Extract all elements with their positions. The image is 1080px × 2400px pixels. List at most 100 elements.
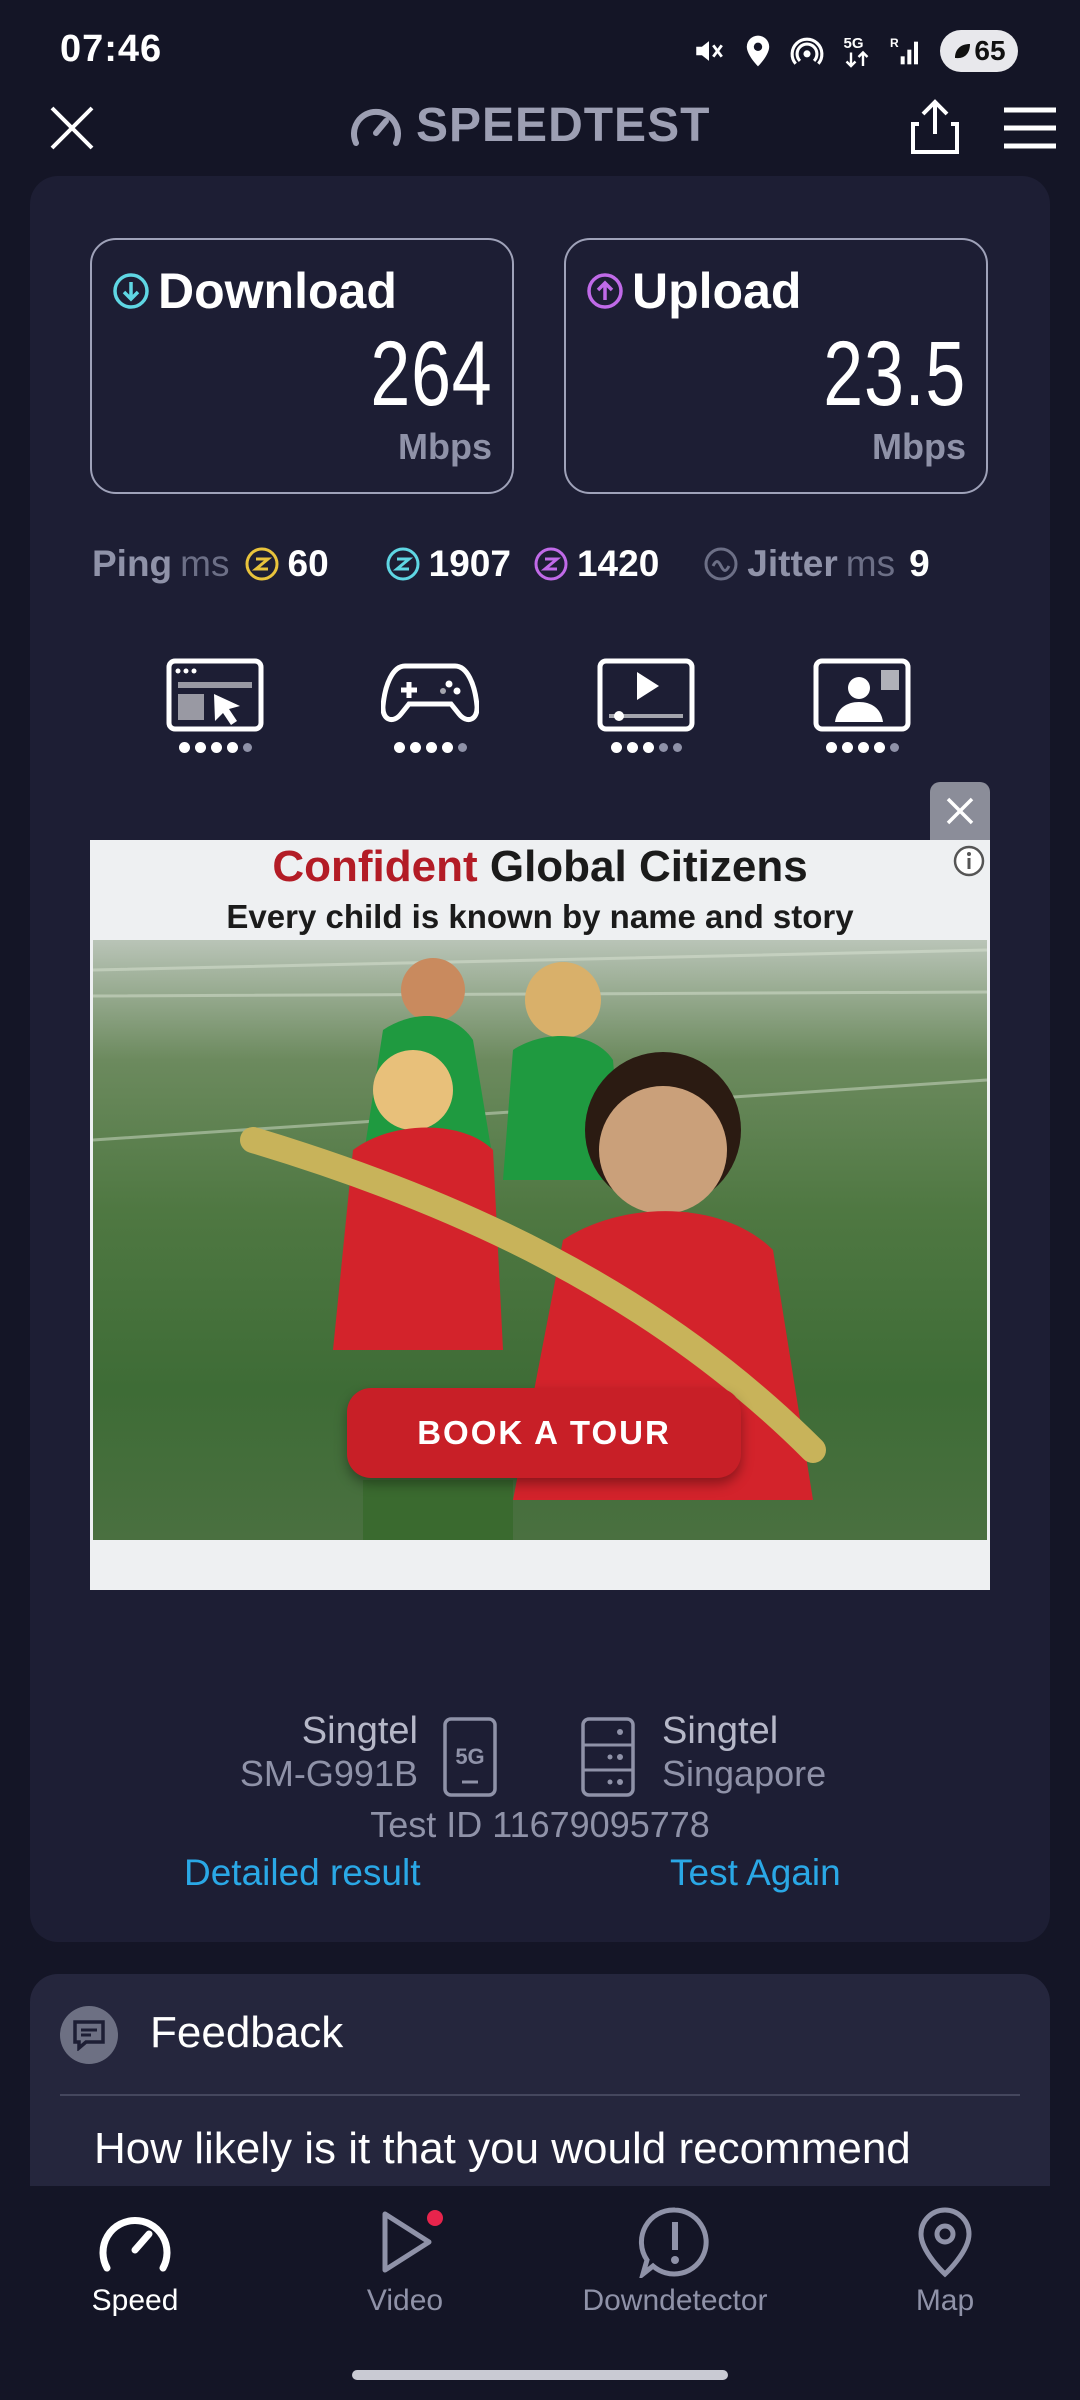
alert-icon: [638, 2207, 709, 2278]
rating-dot-filled: [178, 742, 190, 753]
nav-speed-label: Speed: [91, 2284, 179, 2317]
map-pin-icon: [918, 2207, 972, 2278]
upload-arrow-icon: [587, 273, 623, 309]
jitter-value: 9: [909, 543, 930, 584]
app-logo: SPEEDTEST: [350, 98, 710, 153]
server-info[interactable]: Singtel Singapore: [662, 1710, 962, 1795]
close-button[interactable]: [40, 96, 104, 160]
video-call-quality[interactable]: [812, 658, 912, 768]
download-unit: Mbps: [398, 426, 492, 467]
client-provider: Singtel: [301, 1710, 418, 1752]
rating-dot-filled: [626, 742, 638, 753]
rating-dot-filled: [194, 742, 206, 753]
test-id: Test ID 11679095778: [370, 1804, 710, 1845]
battery-level: 65: [974, 35, 1006, 66]
feedback-divider: [60, 2094, 1020, 2096]
network-badge: 5G: [455, 1744, 484, 1769]
upload-label: Upload: [632, 263, 802, 319]
server-location: Singapore: [662, 1753, 827, 1794]
feedback-title: Feedback: [150, 2008, 344, 2057]
5g-data-icon: 5G: [844, 35, 869, 68]
signal-icon: R: [890, 36, 918, 65]
client-info: Singtel SM-G991B: [150, 1710, 418, 1795]
browsing-quality[interactable]: [165, 658, 265, 768]
gaming-rating: [393, 742, 467, 753]
rating-dot-filled: [857, 742, 869, 753]
close-icon: [946, 797, 974, 825]
rating-dot-filled: [873, 742, 885, 753]
test-again-link[interactable]: Test Again: [670, 1852, 841, 1894]
idle-ping-value: 60: [287, 543, 329, 584]
rating-dot-empty: [457, 743, 467, 752]
nav-video-label: Video: [366, 2284, 444, 2317]
ping-unit: ms: [180, 543, 230, 584]
ad-subline: Every child is known by name and story: [226, 898, 854, 935]
jitter-icon: [704, 547, 738, 581]
game-controller-icon: [381, 663, 479, 723]
rating-dot-filled: [425, 742, 437, 753]
nav-map[interactable]: Map: [825, 2206, 1065, 2318]
svg-text:R: R: [890, 36, 899, 50]
network-type-icon: 5G: [442, 1716, 498, 1803]
rating-dot-filled: [226, 742, 238, 753]
rating-dot-filled: [409, 742, 421, 753]
app-title: SPEEDTEST: [416, 99, 711, 152]
gaming-quality[interactable]: [380, 658, 480, 768]
rating-dot-filled: [610, 742, 622, 753]
notification-dot: [427, 2210, 443, 2226]
rating-dot-empty: [889, 743, 899, 752]
jitter-unit: ms: [845, 543, 896, 584]
ping-label: Ping: [92, 543, 173, 584]
ad-photo: BOOK A TOUR: [93, 940, 987, 1540]
nav-downdetector[interactable]: Downdetector: [555, 2206, 795, 2318]
home-indicator[interactable]: [352, 2370, 728, 2380]
share-button[interactable]: [900, 92, 970, 162]
menu-button[interactable]: [996, 100, 1064, 156]
video-streaming-icon: [597, 658, 695, 732]
rating-dot-empty: [242, 743, 252, 752]
download-arrow-icon: [113, 273, 149, 309]
bottom-navigation: Speed Video Downdetector Map: [0, 2186, 1080, 2400]
speedometer-icon: [99, 2217, 171, 2272]
upload-unit: Mbps: [872, 426, 966, 467]
nav-speed[interactable]: Speed: [15, 2206, 255, 2318]
book-a-tour-button[interactable]: BOOK A TOUR: [347, 1388, 741, 1478]
ad-banner[interactable]: Confident Global Citizens Every child is…: [90, 840, 990, 1590]
download-label: Download: [158, 263, 397, 319]
video-quality[interactable]: [596, 658, 696, 768]
device-model: SM-G991B: [239, 1753, 418, 1794]
upload-value: 23.5: [823, 323, 966, 425]
ad-headline: Confident Global Citizens: [90, 842, 990, 892]
status-time: 07:46: [60, 28, 163, 70]
rating-dot-filled: [393, 742, 405, 753]
server-icon: [580, 1716, 636, 1803]
nav-video[interactable]: Video: [285, 2206, 525, 2318]
ad-close-button[interactable]: [930, 782, 990, 840]
upload-ping-icon: [534, 547, 568, 581]
location-icon: [746, 35, 770, 67]
latency-row: Ping ms 60 1907 1420 Jitter ms 9: [92, 536, 992, 592]
rating-dot-empty: [658, 743, 668, 752]
jitter-label: Jitter: [747, 543, 838, 584]
video-call-rating: [825, 742, 899, 753]
feedback-icon: [60, 2006, 118, 2064]
rating-dot-filled: [825, 742, 837, 753]
hotspot-icon: [790, 37, 824, 65]
upload-result: Upload 23.5 Mbps: [564, 238, 988, 494]
rating-dot-filled: [642, 742, 654, 753]
rating-dot-filled: [210, 742, 222, 753]
video-rating: [610, 742, 682, 753]
rating-dot-filled: [841, 742, 853, 753]
browsing-rating: [178, 742, 252, 753]
download-result: Download 264 Mbps: [90, 238, 514, 494]
ad-headline-rest: Global Citizens: [489, 842, 808, 891]
rating-dot-empty: [672, 743, 682, 752]
rating-dot-filled: [441, 742, 453, 753]
close-icon: [50, 106, 94, 150]
detailed-result-link[interactable]: Detailed result: [184, 1852, 421, 1894]
mute-icon: [696, 41, 723, 61]
server-provider: Singtel: [662, 1710, 779, 1752]
nav-map-label: Map: [915, 2284, 975, 2317]
download-value: 264: [369, 323, 492, 425]
download-ping-icon: [386, 547, 420, 581]
